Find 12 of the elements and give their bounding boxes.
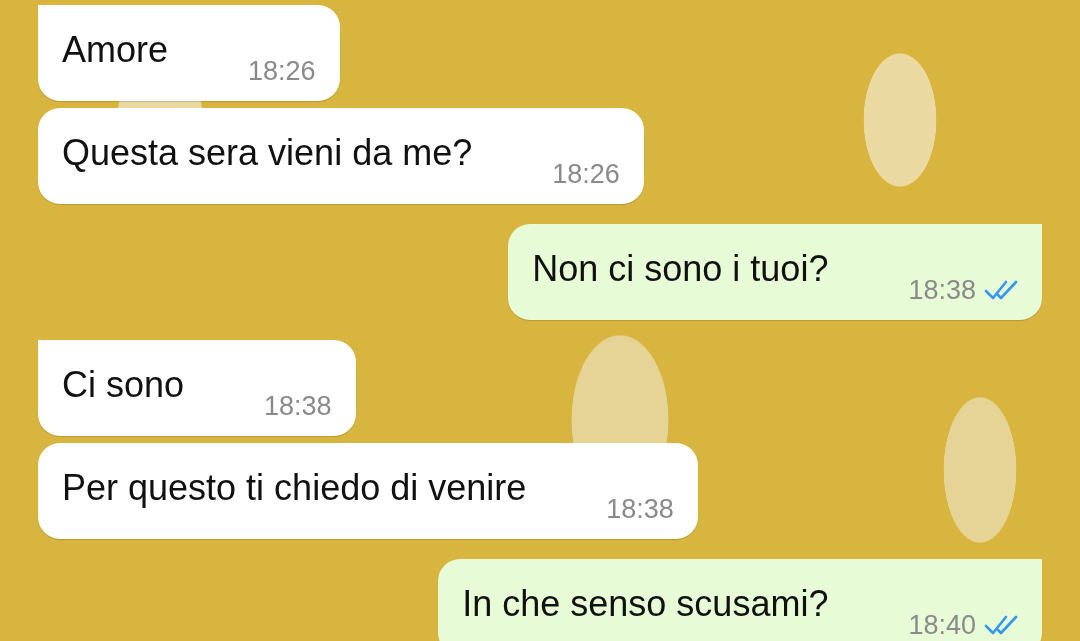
message-time: 18:26: [552, 158, 620, 190]
message-text: Per questo ti chiedo di venire: [62, 467, 527, 509]
message-text: Non ci sono i tuoi?: [532, 248, 829, 290]
message-text: Amore: [62, 29, 169, 71]
message-time: 18:38: [606, 493, 674, 525]
message-text: Questa sera vieni da me?: [62, 132, 473, 174]
message-text: In che senso scusami?: [462, 583, 829, 625]
message-time: 18:40: [908, 609, 976, 641]
message-time: 18:26: [248, 55, 316, 87]
message-text: Ci sono: [62, 364, 185, 406]
message-time: 18:38: [908, 274, 976, 306]
message-time: 18:38: [264, 390, 332, 422]
